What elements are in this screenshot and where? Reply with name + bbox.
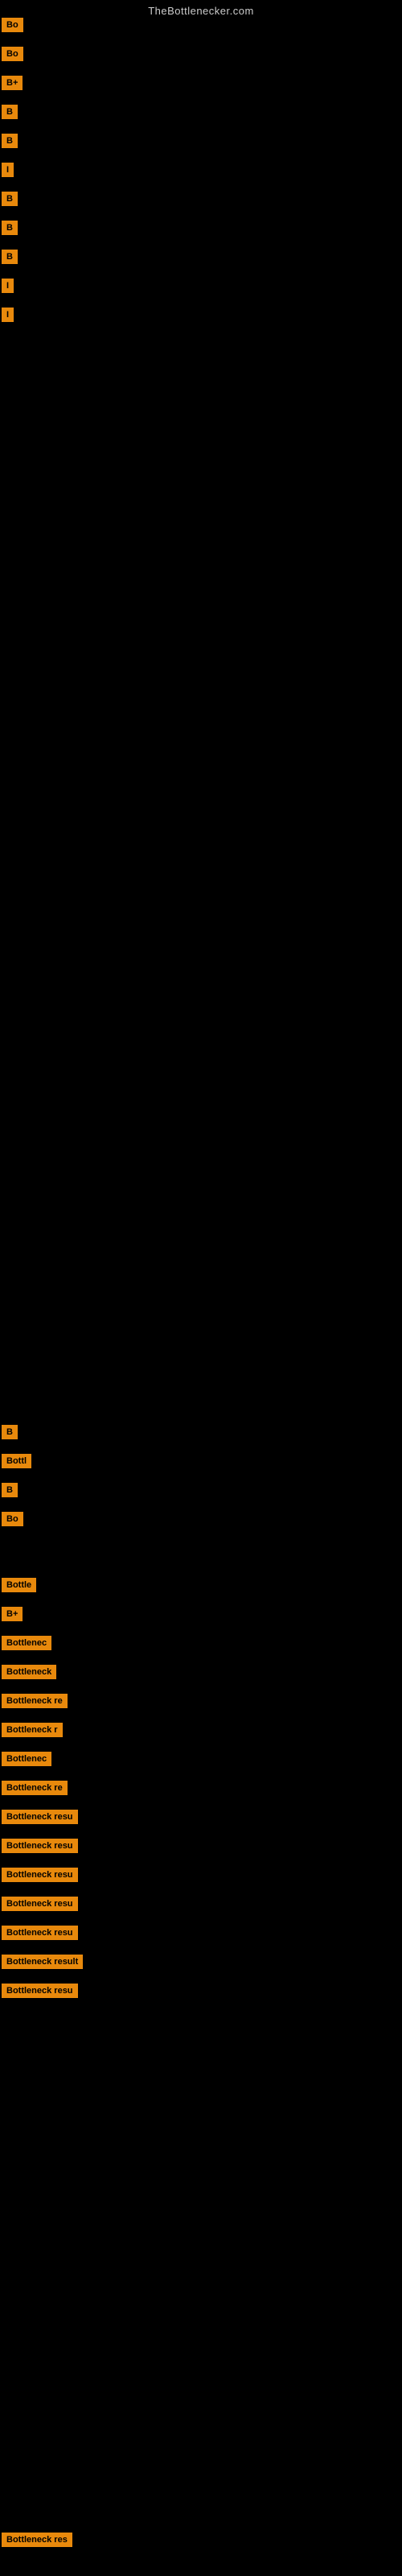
badge-26-label: Bottleneck resu [2,1868,78,1882]
badge-13-label: Bottl [2,1454,31,1468]
badge-21-label: Bottleneck r [2,1723,63,1737]
badge-9-label: B [2,250,18,264]
badge-6-label: I [2,163,14,177]
badge-15-label: Bo [2,1512,23,1526]
badge-31-label: Bottleneck res [2,2533,72,2547]
badge-3-label: B+ [2,76,23,90]
badge-1-label: Bo [2,18,23,32]
badge-2-label: Bo [2,47,23,61]
site-title: TheBottlenecker.com [0,0,402,20]
badge-23-label: Bottleneck re [2,1781,68,1795]
badge-14-label: B [2,1483,18,1497]
badge-29-label: Bottleneck result [2,1955,83,1969]
badge-8-label: B [2,221,18,235]
badge-25-label: Bottleneck resu [2,1839,78,1853]
badge-16-label: Bottle [2,1578,36,1592]
badge-11-label: I [2,308,14,322]
badge-5-label: B [2,134,18,148]
badge-7-label: B [2,192,18,206]
badge-4-label: B [2,105,18,119]
badge-30-label: Bottleneck resu [2,1984,78,1998]
badge-19-label: Bottleneck [2,1665,56,1679]
badge-20-label: Bottleneck re [2,1694,68,1708]
badge-22-label: Bottlenec [2,1752,51,1766]
badge-24-label: Bottleneck resu [2,1810,78,1824]
badge-27-label: Bottleneck resu [2,1897,78,1911]
badge-18-label: Bottlenec [2,1636,51,1650]
badge-10-label: I [2,279,14,293]
badge-17-label: B+ [2,1607,23,1621]
badge-28-label: Bottleneck resu [2,1926,78,1940]
badge-12-label: B [2,1425,18,1439]
